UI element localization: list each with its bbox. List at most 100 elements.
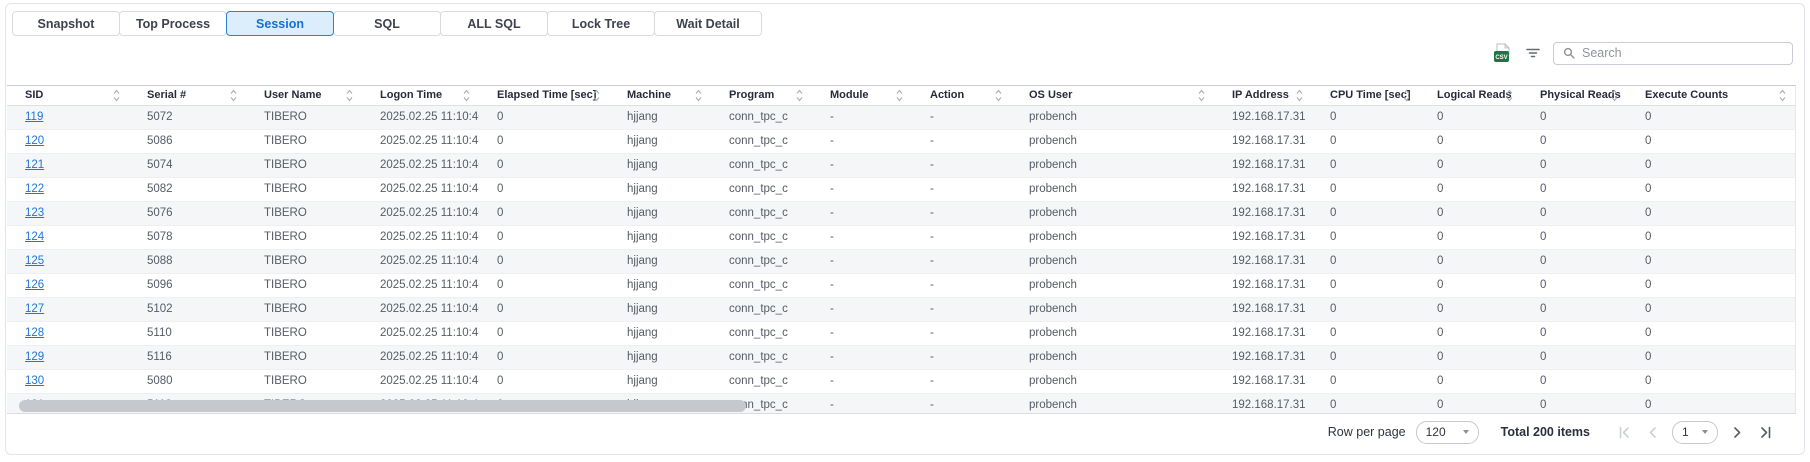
table-cell: 0 <box>1522 177 1627 201</box>
tab-wait-detail[interactable]: Wait Detail <box>654 11 762 36</box>
table-cell: 5110 <box>129 321 246 345</box>
column-header[interactable]: Module <box>812 86 912 105</box>
column-header[interactable]: CPU Time [sec] <box>1312 86 1419 105</box>
sid-link[interactable]: 126 <box>25 279 44 291</box>
filter-button[interactable] <box>1522 42 1544 64</box>
sid-cell: 126 <box>7 273 129 297</box>
pagination-bar: Row per page 120 Total 200 items 1 <box>1328 420 1774 444</box>
table-cell: 0 <box>1312 297 1419 321</box>
tab-top-process[interactable]: Top Process <box>119 11 227 36</box>
search-input[interactable] <box>1582 46 1784 60</box>
chevron-down-icon <box>1702 430 1708 434</box>
table-cell: 0 <box>1522 321 1627 345</box>
table-row: 1295116TIBERO2025.02.25 11:10:460hjjangc… <box>7 345 1795 369</box>
column-header[interactable]: User Name <box>246 86 362 105</box>
table-cell: 0 <box>479 177 609 201</box>
sid-cell: 121 <box>7 153 129 177</box>
column-header-label: Logon Time <box>380 89 442 101</box>
tab-all-sql[interactable]: ALL SQL <box>440 11 548 36</box>
tab-lock-tree[interactable]: Lock Tree <box>547 11 655 36</box>
sid-link[interactable]: 130 <box>25 375 44 387</box>
next-page-button[interactable] <box>1730 424 1746 440</box>
sid-link[interactable]: 122 <box>25 183 44 195</box>
column-header[interactable]: Logon Time <box>362 86 479 105</box>
column-header[interactable]: Serial # <box>129 86 246 105</box>
table-cell: - <box>912 225 1011 249</box>
sid-link[interactable]: 123 <box>25 207 44 219</box>
table-cell: conn_tpc_c <box>711 201 812 225</box>
sid-link[interactable]: 129 <box>25 351 44 363</box>
sort-icon[interactable] <box>1611 89 1618 102</box>
sort-icon[interactable] <box>995 89 1002 102</box>
sort-icon[interactable] <box>1198 89 1205 102</box>
tab-session[interactable]: Session <box>226 11 334 36</box>
sid-cell: 125 <box>7 249 129 273</box>
table-cell: 192.168.17.31 <box>1214 345 1312 369</box>
sort-icon[interactable] <box>1506 89 1513 102</box>
sort-icon[interactable] <box>230 89 237 102</box>
table-cell: 5082 <box>129 177 246 201</box>
table-cell: 0 <box>1627 369 1795 393</box>
sort-icon[interactable] <box>113 89 120 102</box>
table-cell: hjjang <box>609 129 711 153</box>
table-cell: 0 <box>1419 129 1522 153</box>
column-header[interactable]: Logical Reads <box>1419 86 1522 105</box>
table-cell: 192.168.17.31 <box>1214 369 1312 393</box>
table-cell: 2025.02.25 11:10:46 <box>362 345 479 369</box>
sid-link[interactable]: 127 <box>25 303 44 315</box>
sort-icon[interactable] <box>695 89 702 102</box>
sid-link[interactable]: 120 <box>25 135 44 147</box>
sid-link[interactable]: 121 <box>25 159 44 171</box>
column-header[interactable]: IP Address <box>1214 86 1312 105</box>
tab-snapshot[interactable]: Snapshot <box>12 11 120 36</box>
table-cell: 5078 <box>129 225 246 249</box>
table-cell: TIBERO <box>246 273 362 297</box>
rows-per-page-label: Row per page <box>1328 425 1406 439</box>
table-cell: 0 <box>1627 345 1795 369</box>
sid-link[interactable]: 124 <box>25 231 44 243</box>
sort-icon[interactable] <box>593 89 600 102</box>
table-cell: probench <box>1011 105 1214 129</box>
tab-sql[interactable]: SQL <box>333 11 441 36</box>
table-cell: probench <box>1011 249 1214 273</box>
table-cell: 0 <box>1312 177 1419 201</box>
table-cell: TIBERO <box>246 129 362 153</box>
sid-link[interactable]: 119 <box>25 111 43 123</box>
column-header-label: Physical Reads <box>1540 89 1621 101</box>
column-header[interactable]: Machine <box>609 86 711 105</box>
total-items-label: Total 200 items <box>1501 425 1590 439</box>
table-row: 1245078TIBERO2025.02.25 11:10:460hjjangc… <box>7 225 1795 249</box>
sort-icon[interactable] <box>796 89 803 102</box>
column-header-label: Logical Reads <box>1437 89 1512 101</box>
sort-icon[interactable] <box>463 89 470 102</box>
column-header[interactable]: Physical Reads <box>1522 86 1627 105</box>
column-header[interactable]: SID <box>7 86 129 105</box>
column-header-label: Machine <box>627 89 671 101</box>
last-page-button[interactable] <box>1758 424 1774 440</box>
table-cell: 2025.02.25 11:10:46 <box>362 249 479 273</box>
column-header[interactable]: Execute Counts <box>1627 86 1795 105</box>
column-header[interactable]: Program <box>711 86 812 105</box>
table-cell: probench <box>1011 297 1214 321</box>
sid-link[interactable]: 125 <box>25 255 44 267</box>
column-header-label: Execute Counts <box>1645 89 1728 101</box>
column-header[interactable]: OS User <box>1011 86 1214 105</box>
sort-icon[interactable] <box>1779 89 1786 102</box>
sort-icon[interactable] <box>1403 89 1410 102</box>
column-header-label: IP Address <box>1232 89 1289 101</box>
sid-link[interactable]: 128 <box>25 327 44 339</box>
current-page-select[interactable]: 1 <box>1672 421 1718 444</box>
table-row: 1195072TIBERO2025.02.25 11:10:460hjjangc… <box>7 105 1795 129</box>
horizontal-scrollbar[interactable] <box>19 400 746 412</box>
export-csv-button[interactable]: CSV <box>1491 42 1513 64</box>
sort-icon[interactable] <box>896 89 903 102</box>
column-header[interactable]: Elapsed Time [sec] <box>479 86 609 105</box>
table-cell: 0 <box>1312 249 1419 273</box>
rows-per-page-select[interactable]: 120 <box>1416 421 1479 444</box>
first-page-button[interactable] <box>1616 424 1632 440</box>
table-cell: 0 <box>1627 393 1795 414</box>
sort-icon[interactable] <box>1296 89 1303 102</box>
sort-icon[interactable] <box>346 89 353 102</box>
column-header[interactable]: Action <box>912 86 1011 105</box>
prev-page-button[interactable] <box>1644 424 1660 440</box>
